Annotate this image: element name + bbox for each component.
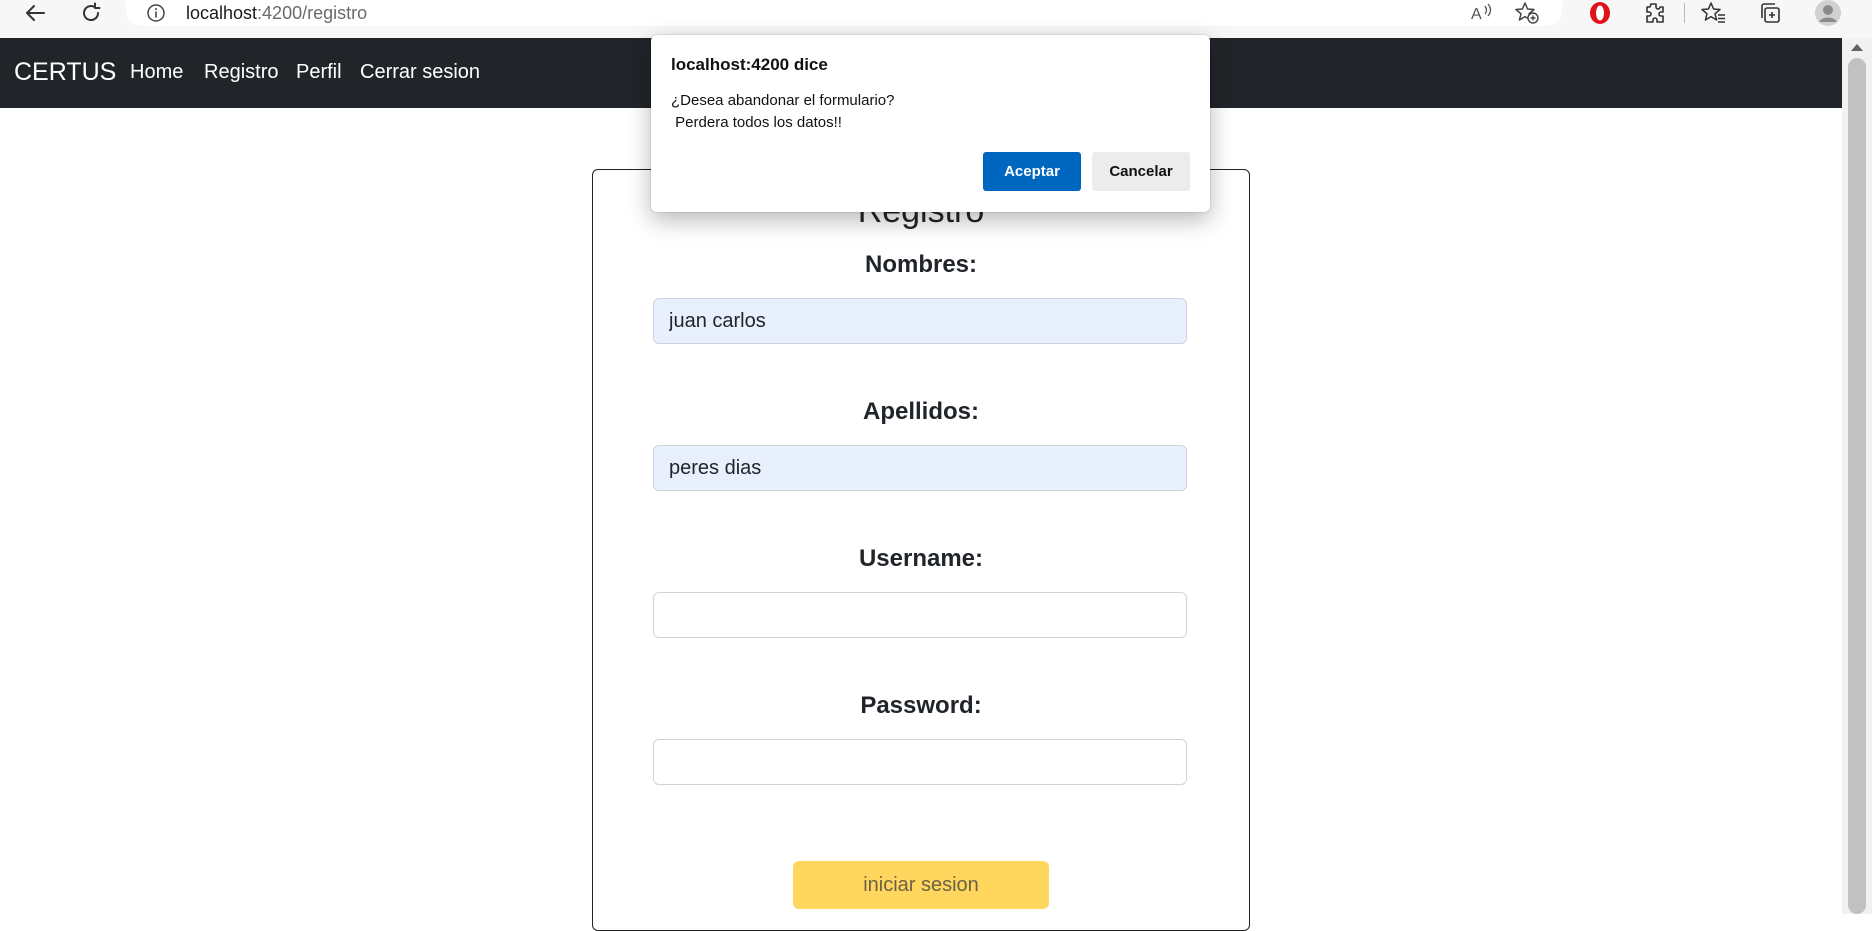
password-input[interactable] <box>653 739 1187 785</box>
dialog-title: localhost:4200 dice <box>671 55 828 74</box>
info-icon[interactable] <box>146 3 166 28</box>
username-input[interactable] <box>653 592 1187 638</box>
toolbar-divider <box>1684 3 1685 23</box>
page-scrollbar[interactable] <box>1842 38 1872 914</box>
read-aloud-icon[interactable]: A <box>1470 2 1494 29</box>
opera-icon[interactable] <box>1584 0 1616 26</box>
nav-link-perfil[interactable]: Perfil <box>296 61 342 84</box>
url-path: :4200/registro <box>257 3 368 23</box>
aceptar-button[interactable]: Aceptar <box>983 152 1081 191</box>
url-text[interactable]: localhost:4200/registro <box>186 3 367 24</box>
username-label: Username: <box>858 545 984 572</box>
apellidos-label: Apellidos: <box>862 398 979 425</box>
refresh-icon[interactable] <box>74 0 108 26</box>
navbar-brand[interactable]: CERTUS <box>14 58 116 87</box>
nav-link-registro[interactable]: Registro <box>204 61 278 84</box>
extensions-icon[interactable] <box>1638 0 1670 26</box>
apellidos-input[interactable] <box>653 445 1187 491</box>
password-label: Password: <box>860 692 982 719</box>
nombres-label: Nombres: <box>864 251 978 278</box>
favorite-add-icon[interactable] <box>1514 1 1540 30</box>
confirm-dialog: localhost:4200 dice ¿Desea abandonar el … <box>651 35 1210 212</box>
browser-toolbar: localhost:4200/registro A <box>0 0 1872 38</box>
url-host: localhost <box>186 3 258 23</box>
dialog-message: ¿Desea abandonar el formulario? Perdera … <box>671 92 895 131</box>
cancelar-button[interactable]: Cancelar <box>1092 152 1190 191</box>
favorites-icon[interactable] <box>1698 0 1730 26</box>
collections-icon[interactable] <box>1754 0 1786 26</box>
nav-link-home[interactable]: Home <box>130 61 183 84</box>
scrollbar-thumb[interactable] <box>1848 58 1866 914</box>
back-icon[interactable] <box>18 0 52 26</box>
iniciar-sesion-button[interactable]: iniciar sesion <box>793 861 1049 909</box>
svg-text:A: A <box>1471 6 1482 23</box>
registro-card: Registro Nombres: Apellidos: Username: P… <box>592 169 1250 931</box>
profile-icon[interactable] <box>1812 0 1844 26</box>
nombres-input[interactable] <box>653 298 1187 344</box>
nav-link-cerrar-sesion[interactable]: Cerrar sesion <box>360 61 480 84</box>
scroll-up-arrow-icon[interactable] <box>1851 44 1863 51</box>
address-bar[interactable]: localhost:4200/registro A <box>126 0 1562 26</box>
